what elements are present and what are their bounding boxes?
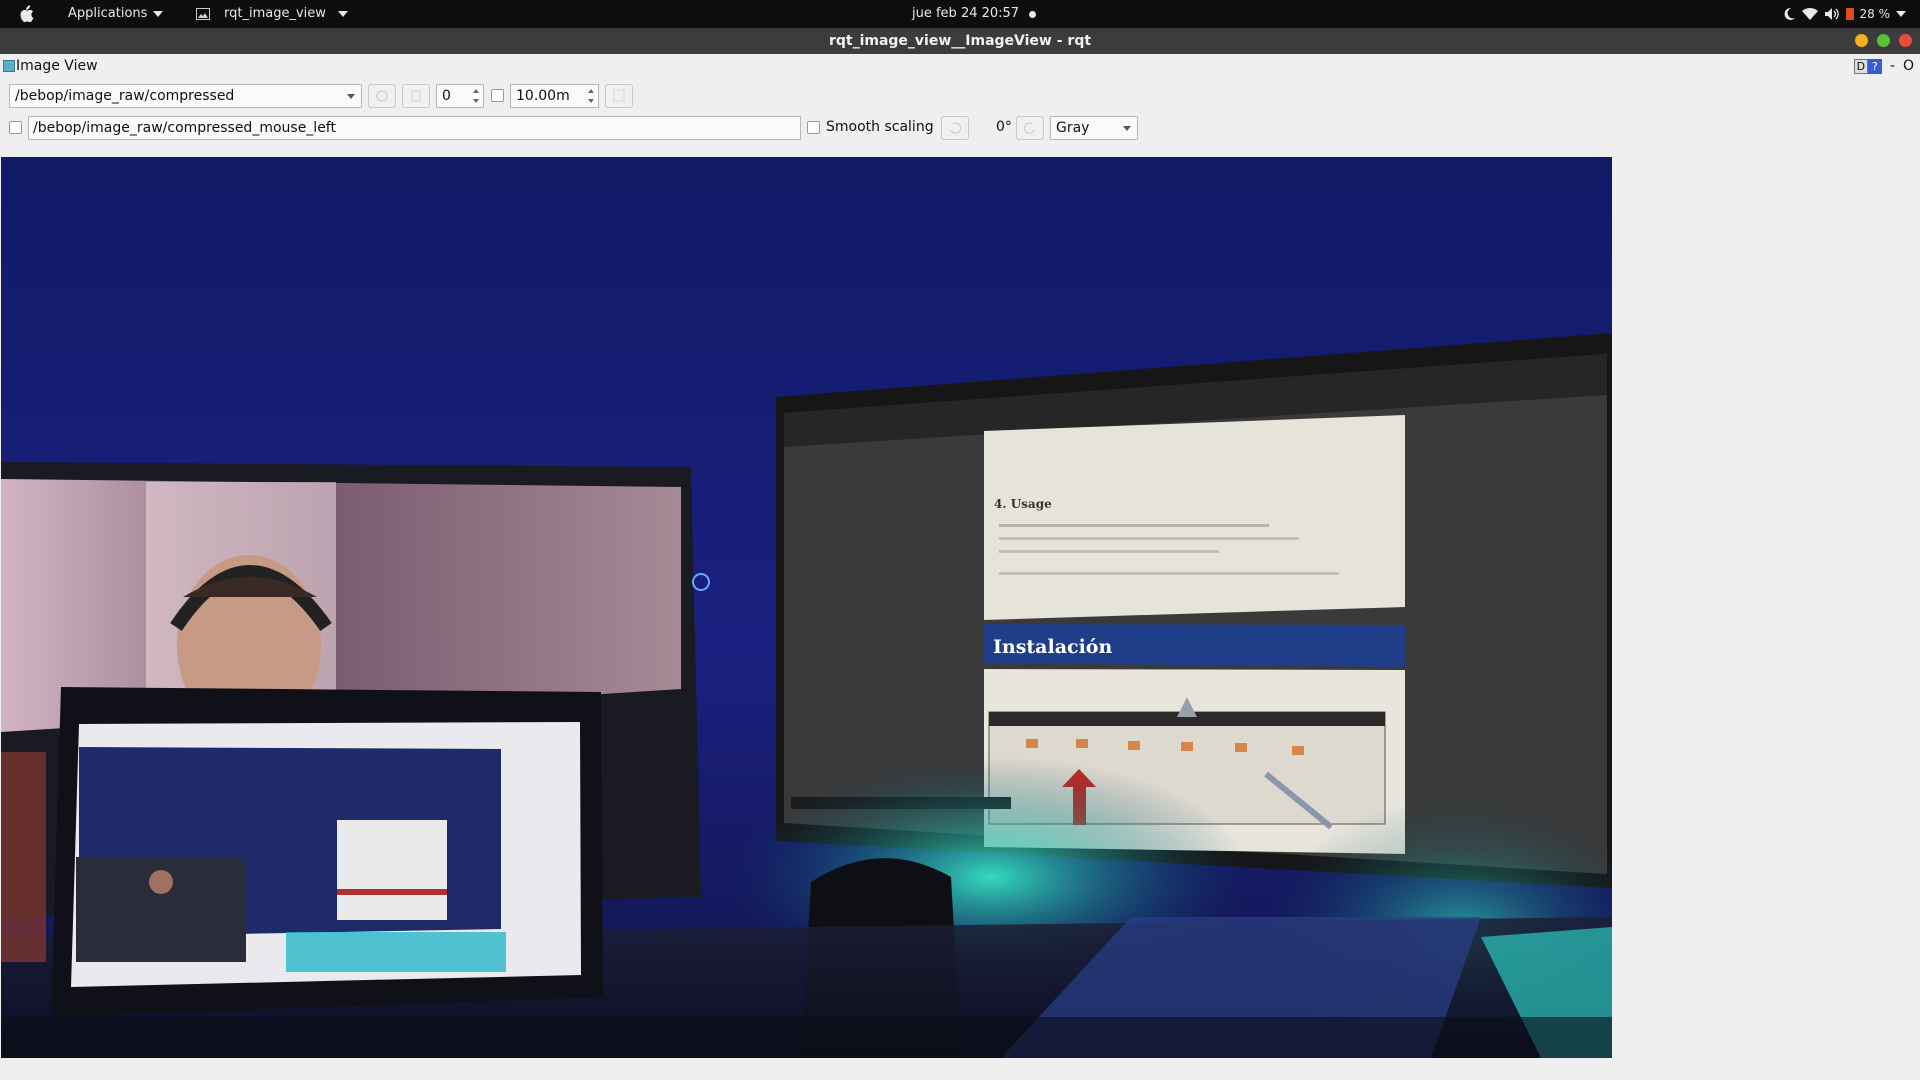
system-tray[interactable]: 28 % xyxy=(1782,0,1906,28)
refresh-icon xyxy=(376,90,388,102)
mouse-topic-value: /bebop/image_raw/compressed_mouse_left xyxy=(33,120,336,136)
smooth-scaling-label: Smooth scaling xyxy=(826,119,934,135)
time-value: 10.00m xyxy=(516,88,570,104)
wifi-icon xyxy=(1801,7,1818,21)
mouse-topic-input[interactable]: /bebop/image_raw/compressed_mouse_left xyxy=(28,116,801,140)
help-button[interactable]: ? xyxy=(1867,58,1882,74)
dock-controls: D ? - O xyxy=(1853,58,1914,74)
chevron-down-icon xyxy=(347,94,355,99)
rotate-right-button[interactable] xyxy=(1016,116,1044,140)
document-panel xyxy=(984,415,1405,620)
night-mode-icon xyxy=(1784,7,1795,20)
app-menu[interactable]: rqt_image_view xyxy=(196,0,348,28)
chevron-down-icon xyxy=(153,11,164,17)
window-controls xyxy=(1855,34,1912,47)
nested-window xyxy=(337,820,447,920)
apple-icon xyxy=(20,5,34,23)
applications-label: Applications xyxy=(68,6,148,21)
spin-box[interactable]: 0 xyxy=(436,84,484,108)
chevron-down-icon xyxy=(1123,126,1131,131)
left-edge-object xyxy=(1,752,46,962)
colormap-combobox[interactable]: Gray xyxy=(1050,116,1138,140)
top-panel: Applications rqt_image_view jue feb 24 2… xyxy=(0,0,1920,28)
nested-glow xyxy=(286,932,506,972)
spin-down-icon[interactable] xyxy=(473,99,479,103)
image-display[interactable]: 4. Usage Instalación xyxy=(1,157,1612,1058)
topic-combobox[interactable]: /bebop/image_raw/compressed xyxy=(9,84,362,108)
colormap-value: Gray xyxy=(1056,120,1090,136)
dock-title: Image View xyxy=(16,58,98,74)
folder-icon xyxy=(1076,739,1088,748)
clock[interactable]: jue feb 24 20:57 xyxy=(912,0,1037,28)
doc-line xyxy=(999,524,1269,527)
zoom-icon xyxy=(411,90,421,102)
rotate-left-icon xyxy=(950,122,962,134)
folder-icon xyxy=(1181,742,1193,751)
publish-click-checkbox[interactable] xyxy=(9,121,22,134)
folder-icon xyxy=(1128,741,1140,750)
chevron-down-icon xyxy=(337,11,348,17)
rotate-left-button[interactable] xyxy=(941,116,969,140)
dock-config-button[interactable]: D xyxy=(1853,58,1868,74)
spin-up-icon[interactable] xyxy=(588,89,594,93)
window-titlebar[interactable]: rqt_image_view__ImageView - rqt xyxy=(0,28,1920,54)
rotation-label: 0° xyxy=(996,119,1012,135)
save-icon xyxy=(613,89,625,102)
nested-red-bar xyxy=(337,889,447,895)
doc-line xyxy=(999,550,1219,553)
doc-heading: 4. Usage xyxy=(994,497,1052,511)
battery-label: 28 % xyxy=(1859,7,1891,21)
slide-heading: Instalación xyxy=(993,636,1112,658)
image-view-icon xyxy=(3,60,15,72)
camera-frame: 4. Usage Instalación xyxy=(1,157,1612,1058)
chevron-down-icon xyxy=(1896,11,1906,17)
spin-value: 0 xyxy=(442,88,451,104)
dock-close-button[interactable]: O xyxy=(1903,58,1914,74)
applications-menu[interactable]: Applications xyxy=(68,0,164,28)
app-name-label: rqt_image_view xyxy=(224,6,326,21)
spin-up-icon[interactable] xyxy=(473,89,479,93)
spin-down-icon[interactable] xyxy=(588,99,594,103)
battery-icon xyxy=(1845,8,1854,20)
folder-icon xyxy=(1292,746,1304,755)
image-app-icon xyxy=(196,8,210,20)
zoom-1-button[interactable] xyxy=(402,84,430,108)
topic-value: /bebop/image_raw/compressed xyxy=(15,88,235,104)
max-range-spinbox[interactable]: 10.00m xyxy=(510,84,599,108)
close-window-button[interactable] xyxy=(1899,34,1912,47)
doc-line xyxy=(999,537,1299,540)
folder-icon xyxy=(1235,743,1247,752)
notification-dot-icon xyxy=(1029,10,1037,18)
nested-face xyxy=(149,870,173,894)
folder-icon xyxy=(1026,739,1038,748)
maximize-window-button[interactable] xyxy=(1877,34,1890,47)
rotate-right-icon xyxy=(1023,122,1035,134)
refresh-topics-button[interactable] xyxy=(368,84,396,108)
volume-icon xyxy=(1824,8,1839,20)
window-title: rqt_image_view__ImageView - rqt xyxy=(828,33,1092,49)
activities-button[interactable] xyxy=(18,0,36,28)
clock-label: jue feb 24 20:57 xyxy=(912,6,1020,21)
foreground-shadow xyxy=(1,1017,1612,1058)
doc-line xyxy=(999,572,1339,575)
dynamic-range-checkbox[interactable] xyxy=(491,89,504,102)
save-image-button[interactable] xyxy=(605,84,633,108)
dock-title-bar[interactable]: Image View D ? - O xyxy=(0,56,1920,78)
smooth-scaling-checkbox[interactable] xyxy=(807,121,820,134)
minimize-window-button[interactable] xyxy=(1855,34,1868,47)
dock-minimize-button[interactable]: - xyxy=(1890,58,1895,74)
